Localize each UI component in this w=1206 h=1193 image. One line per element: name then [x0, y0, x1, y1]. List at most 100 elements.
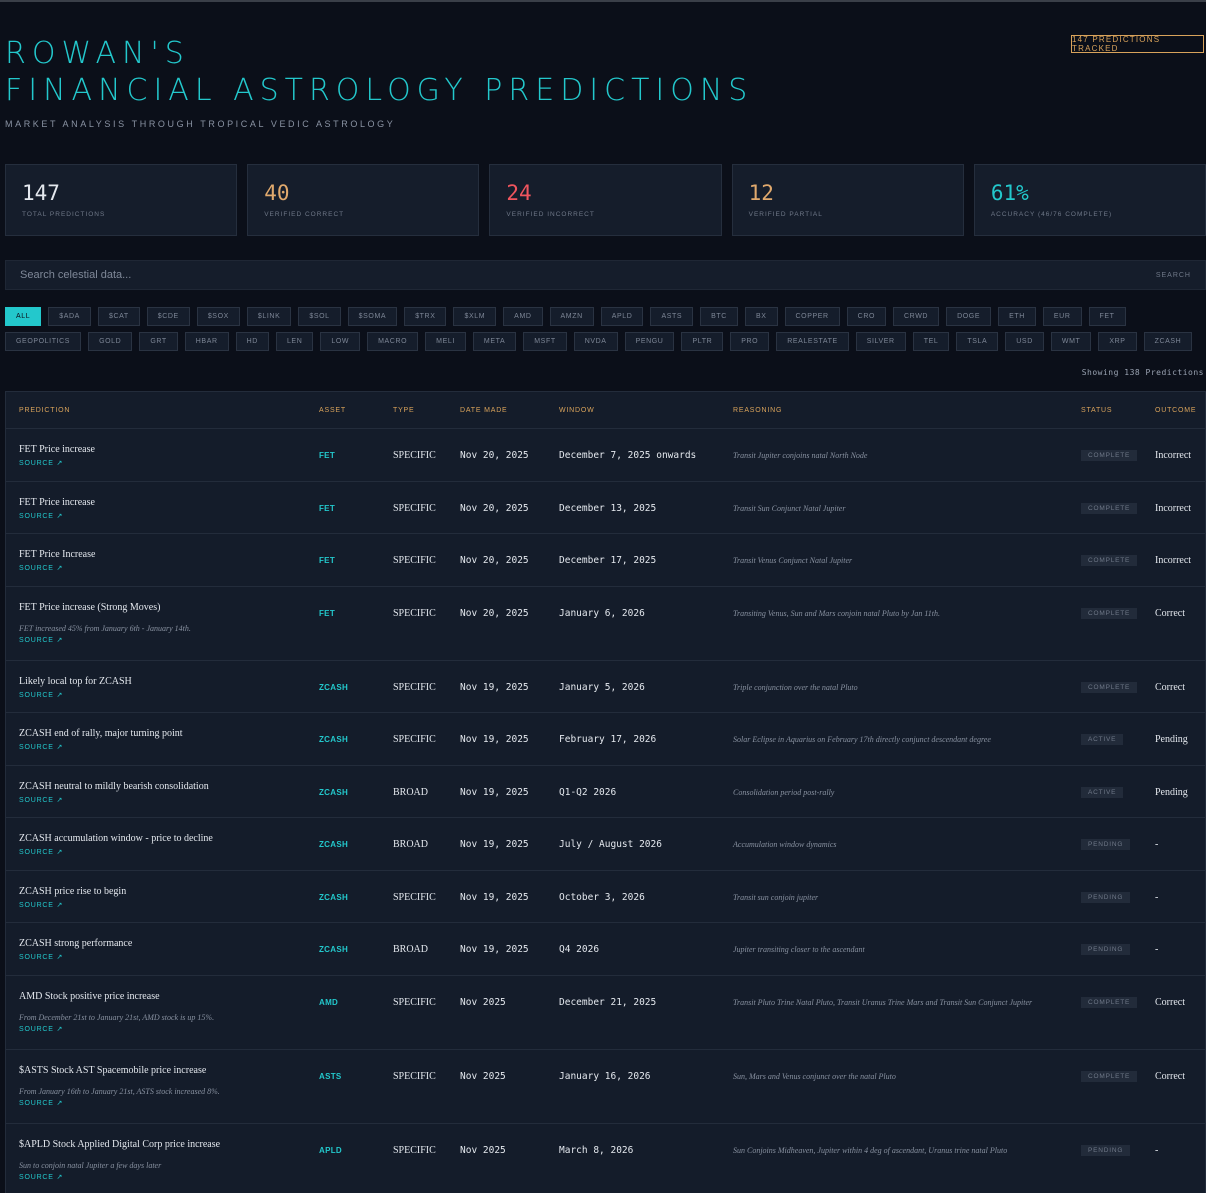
source-link[interactable]: SOURCE ↗ — [19, 636, 309, 644]
search-button[interactable]: SEARCH — [1156, 272, 1191, 279]
source-link[interactable]: SOURCE ↗ — [19, 743, 309, 751]
search-input[interactable] — [20, 269, 920, 281]
asset-tag[interactable]: ASTS — [319, 1072, 342, 1081]
filter-chip[interactable]: TEL — [912, 332, 950, 351]
asset-tag[interactable]: APLD — [319, 1146, 342, 1155]
outcome-cell: Correct — [1155, 990, 1185, 1009]
filter-chip[interactable]: $SOL — [298, 307, 341, 326]
filter-chip[interactable]: $LINK — [246, 307, 292, 326]
filter-chip[interactable]: BX — [744, 307, 778, 326]
asset-tag[interactable]: FET — [319, 504, 335, 513]
date-cell: Nov 19, 2025 — [460, 937, 529, 956]
filter-chip[interactable]: SILVER — [855, 332, 906, 351]
filter-chip[interactable]: DOGE — [946, 307, 992, 326]
filter-chip[interactable]: $TRX — [404, 307, 447, 326]
prediction-title: $APLD Stock Applied Digital Corp price i… — [19, 1138, 221, 1150]
header-window[interactable]: WINDOW — [559, 407, 595, 414]
filter-chip[interactable]: ALL — [5, 307, 42, 326]
filter-chip[interactable]: CRO — [846, 307, 887, 326]
filter-chip[interactable]: GEOPOLITICS — [5, 332, 82, 351]
filter-chip[interactable]: FET — [1088, 307, 1126, 326]
asset-tag[interactable]: FET — [319, 556, 335, 565]
date-cell: Nov 19, 2025 — [460, 675, 529, 694]
status-cell: COMPLETE — [1081, 495, 1138, 514]
source-link[interactable]: SOURCE ↗ — [19, 1025, 309, 1033]
source-link[interactable]: SOURCE ↗ — [19, 512, 309, 520]
window-value: February 17, 2026 — [559, 734, 657, 745]
window-value: Q1-Q2 2026 — [559, 786, 617, 798]
filter-chip[interactable]: GRT — [139, 332, 178, 351]
filter-chip[interactable]: GOLD — [88, 332, 133, 351]
asset-tag[interactable]: ZCASH — [319, 893, 348, 902]
asset-tag[interactable]: AMD — [319, 998, 338, 1007]
filter-chip[interactable]: $SOMA — [347, 307, 398, 326]
header-date-made[interactable]: DATE MADE — [460, 407, 508, 414]
source-link[interactable]: SOURCE ↗ — [19, 953, 309, 961]
filter-chip[interactable]: PENGU — [624, 332, 675, 351]
source-link[interactable]: SOURCE ↗ — [19, 796, 309, 804]
type-value: SPECIFIC — [393, 996, 436, 1008]
filter-chip[interactable]: HD — [235, 332, 269, 351]
date-value: Nov 19, 2025 — [460, 734, 529, 745]
filter-chip[interactable]: META — [472, 332, 517, 351]
table-row: ZCASH neutral to mildly bearish consolid… — [6, 766, 1205, 818]
filter-chip[interactable]: APLD — [600, 307, 644, 326]
filter-chip[interactable]: AMD — [503, 307, 543, 326]
filter-chip[interactable]: ASTS — [650, 307, 694, 326]
source-link[interactable]: SOURCE ↗ — [19, 691, 309, 699]
window-cell: December 17, 2025 — [559, 548, 656, 567]
filter-chip[interactable]: TSLA — [956, 332, 999, 351]
filter-chip[interactable]: AMZN — [549, 307, 594, 326]
filter-chip[interactable]: MSFT — [523, 332, 567, 351]
asset-tag[interactable]: ZCASH — [319, 945, 348, 954]
filter-chip[interactable]: HBAR — [184, 332, 229, 351]
filter-chip[interactable]: MELI — [425, 332, 466, 351]
source-link[interactable]: SOURCE ↗ — [19, 564, 309, 572]
type-value: SPECIFIC — [393, 891, 436, 903]
filter-chip[interactable]: XRP — [1098, 332, 1137, 351]
source-link[interactable]: SOURCE ↗ — [19, 848, 309, 856]
source-link[interactable]: SOURCE ↗ — [19, 901, 309, 909]
asset-tag[interactable]: FET — [319, 451, 335, 460]
filter-chip[interactable]: NVDA — [573, 332, 618, 351]
asset-tag[interactable]: ZCASH — [319, 735, 348, 744]
window-value: March 8, 2026 — [559, 1144, 634, 1156]
header-status[interactable]: STATUS — [1081, 407, 1112, 414]
filter-chip[interactable]: LEN — [275, 332, 314, 351]
filter-chip[interactable]: REALESTATE — [776, 332, 849, 351]
asset-tag[interactable]: ZCASH — [319, 683, 348, 692]
filter-chip[interactable]: ETH — [998, 307, 1036, 326]
filter-chip[interactable]: $ADA — [48, 307, 91, 326]
filter-chip[interactable]: $CAT — [97, 307, 140, 326]
filter-chip[interactable]: EUR — [1042, 307, 1082, 326]
asset-tag[interactable]: ZCASH — [319, 788, 348, 797]
filter-chip[interactable]: COPPER — [784, 307, 840, 326]
filter-chip[interactable]: BTC — [700, 307, 738, 326]
asset-tag[interactable]: ZCASH — [319, 840, 348, 849]
type-value: BROAD — [393, 786, 429, 798]
header-asset[interactable]: ASSET — [319, 407, 346, 414]
filter-chip[interactable]: LOW — [320, 332, 361, 351]
filter-chip[interactable]: MACRO — [367, 332, 419, 351]
filter-chip[interactable]: CRWD — [893, 307, 940, 326]
filter-chip[interactable]: ZCASH — [1143, 332, 1193, 351]
source-link[interactable]: SOURCE ↗ — [19, 1099, 309, 1107]
filter-chip[interactable]: PLTR — [681, 332, 724, 351]
table-row: FET Price Increase SOURCE ↗ FET SPECIFIC Nov… — [6, 534, 1205, 587]
filter-chip[interactable]: PRO — [730, 332, 770, 351]
source-link[interactable]: SOURCE ↗ — [19, 459, 309, 467]
filter-chip[interactable]: WMT — [1050, 332, 1092, 351]
filter-chip[interactable]: $CDE — [146, 307, 190, 326]
filter-chip[interactable]: $SOX — [196, 307, 240, 326]
header-prediction[interactable]: PREDICTION — [19, 407, 309, 414]
header-type[interactable]: TYPE — [393, 407, 414, 414]
asset-cell: ZCASH — [319, 937, 348, 956]
filter-chip[interactable]: USD — [1005, 332, 1044, 351]
header-reasoning[interactable]: REASONING — [733, 407, 1053, 414]
stat-value: 147 — [22, 181, 60, 205]
header-outcome[interactable]: OUTCOME — [1155, 407, 1196, 414]
source-link[interactable]: SOURCE ↗ — [19, 1173, 309, 1181]
filter-chip[interactable]: $XLM — [453, 307, 497, 326]
asset-tag[interactable]: FET — [319, 609, 335, 618]
date-cell: Nov 2025 — [460, 1138, 506, 1157]
